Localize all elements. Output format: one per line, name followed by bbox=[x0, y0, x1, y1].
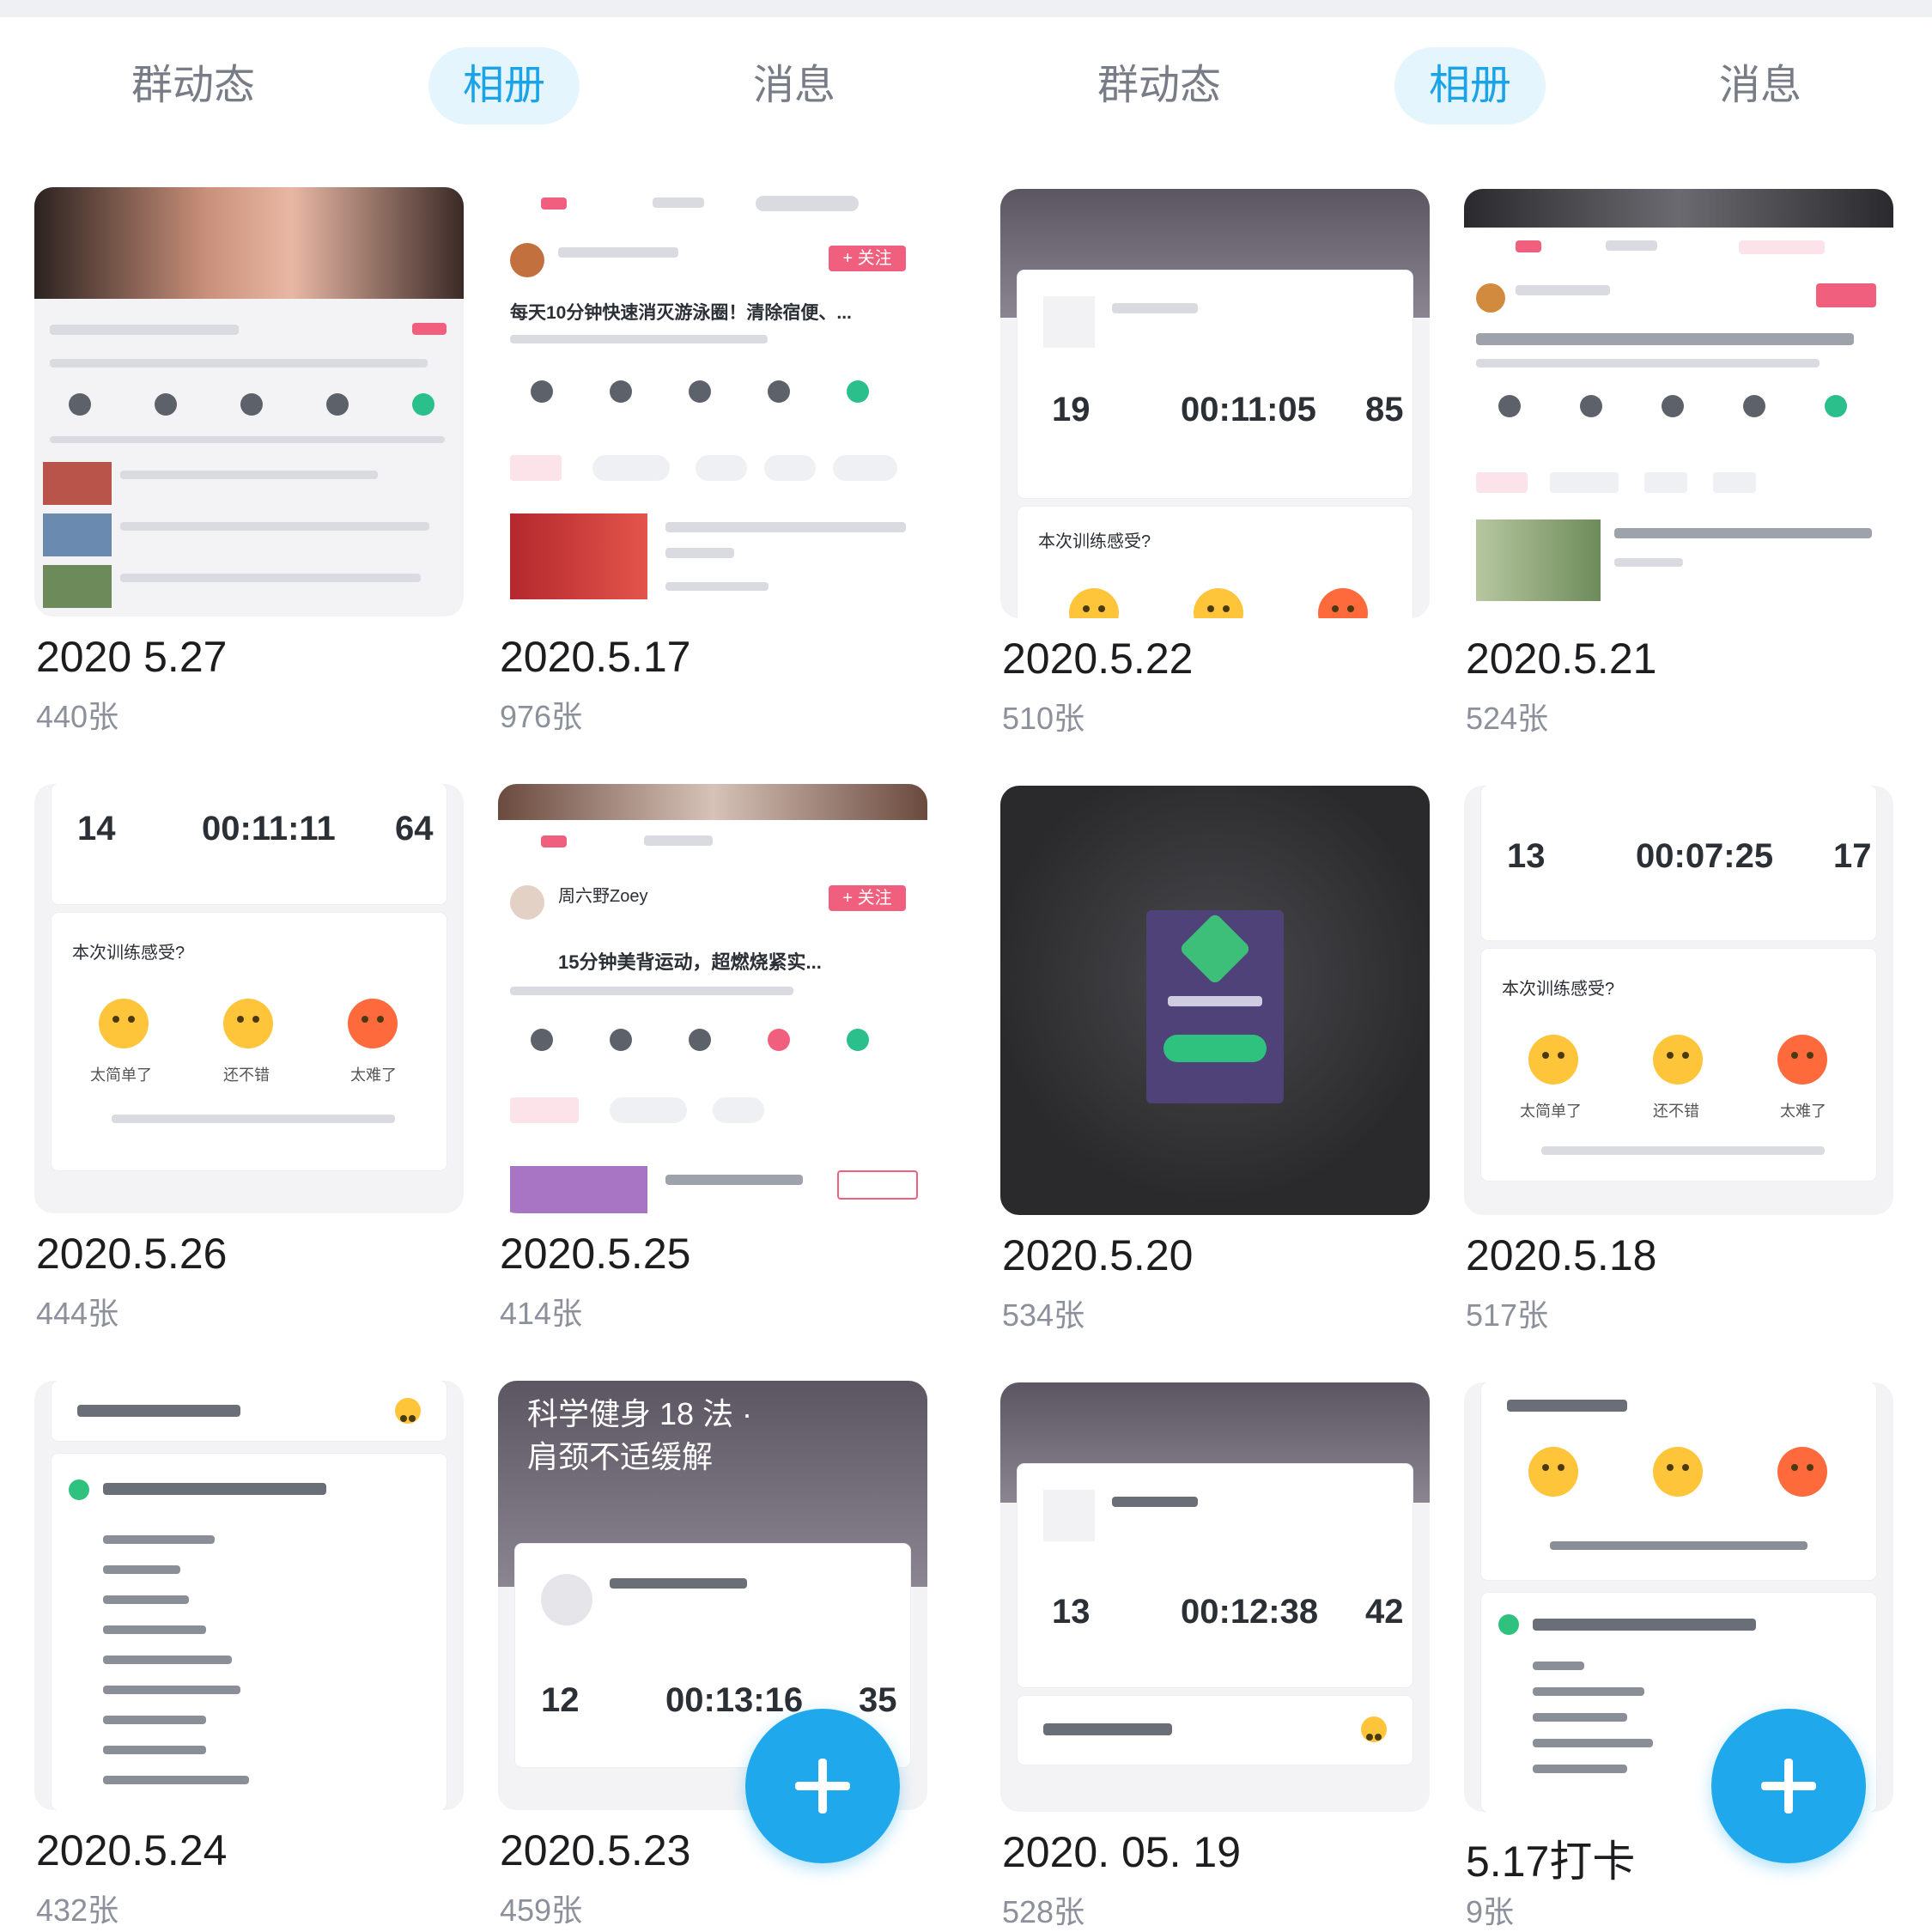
album-title: 2020.5.18 bbox=[1466, 1231, 1657, 1279]
emoji-smile-icon bbox=[1653, 1035, 1703, 1084]
emoji-angry-icon bbox=[348, 999, 398, 1048]
album-thumbnail: 周六野Zoey + 关注 15分钟美背运动，超燃烧紧实... bbox=[498, 784, 927, 1213]
video-frame bbox=[34, 187, 464, 299]
album-title: 2020.5.22 bbox=[1002, 635, 1194, 683]
emoji-label: 太简单了 bbox=[1520, 1103, 1582, 1120]
emoji-label: 太难了 bbox=[350, 1066, 397, 1084]
stat-actions: 19 bbox=[1052, 391, 1091, 428]
stat-actions: 14 bbox=[77, 810, 116, 848]
album-photo-count: 976张 bbox=[500, 699, 583, 734]
album-title: 2020 5.27 bbox=[36, 633, 228, 681]
stat-calories: 42 bbox=[1365, 1593, 1404, 1631]
album-title: 2020.5.21 bbox=[1466, 635, 1657, 683]
emoji-smile-icon bbox=[1361, 1716, 1387, 1742]
emoji-smile-icon bbox=[1194, 588, 1243, 618]
check-icon bbox=[1498, 1614, 1519, 1635]
follow-button[interactable]: + 关注 bbox=[829, 246, 906, 271]
emoji-smile-icon bbox=[1653, 1447, 1703, 1497]
album-photo-count: 414张 bbox=[500, 1296, 583, 1331]
follow-button[interactable]: + 关注 bbox=[829, 885, 906, 911]
emoji-smile-icon bbox=[223, 999, 273, 1048]
album-title: 2020.5.20 bbox=[1002, 1231, 1194, 1279]
feedback-question: 本次训练感受? bbox=[72, 944, 185, 963]
stat-duration: 00:11:11 bbox=[202, 810, 336, 848]
stat-calories: 64 bbox=[395, 810, 434, 848]
stat-duration: 00:12:38 bbox=[1181, 1593, 1319, 1631]
tab-messages[interactable]: 消息 bbox=[1719, 47, 1801, 125]
stat-duration: 00:07:25 bbox=[1636, 837, 1774, 875]
emoji-angry-icon bbox=[1318, 588, 1368, 618]
album-thumbnail: + 关注 每天10分钟快速消灭游泳圈！清除宿便、... bbox=[498, 187, 927, 617]
course-subtitle: 肩颈不适缓解 bbox=[527, 1439, 714, 1474]
album-photo-count: 528张 bbox=[1002, 1894, 1085, 1929]
album-thumbnail bbox=[34, 187, 464, 617]
album-photo-count: 517张 bbox=[1466, 1297, 1549, 1333]
album-photo-count: 459张 bbox=[500, 1893, 583, 1928]
stat-calories: 17 bbox=[1833, 837, 1872, 875]
stat-actions: 13 bbox=[1507, 837, 1546, 875]
album-thumbnail bbox=[34, 1381, 464, 1810]
emoji-angry-icon bbox=[1777, 1447, 1827, 1497]
album-photo-count: 432张 bbox=[36, 1893, 119, 1928]
album-photo-count: 440张 bbox=[36, 699, 119, 734]
emoji-sad-icon bbox=[1069, 588, 1119, 618]
emoji-sad-icon bbox=[99, 999, 149, 1048]
feedback-question: 本次训练感受? bbox=[1502, 980, 1615, 999]
stat-calories: 85 bbox=[1365, 391, 1404, 428]
album-title: 2020.5.17 bbox=[500, 633, 691, 681]
tab-bar-left: 群动态 相册 消息 bbox=[0, 43, 966, 137]
emoji-label: 还不错 bbox=[223, 1066, 270, 1084]
tab-group-feed[interactable]: 群动态 bbox=[1097, 47, 1221, 125]
course-title: 科学健身 18 法 · bbox=[527, 1396, 753, 1431]
album-thumbnail: 14 00:11:11 64 本次训练感受? 太简单了 还不错 太难了 bbox=[34, 784, 464, 1213]
tab-album[interactable]: 相册 bbox=[1394, 47, 1546, 125]
emoji-label: 还不错 bbox=[1653, 1103, 1699, 1120]
add-button[interactable] bbox=[1711, 1709, 1866, 1863]
emoji-angry-icon bbox=[1777, 1035, 1827, 1084]
emoji-sad-icon bbox=[1528, 1035, 1578, 1084]
album-thumbnail bbox=[1000, 786, 1430, 1215]
stat-calories: 35 bbox=[859, 1681, 897, 1719]
feedback-question: 本次训练感受? bbox=[1038, 532, 1151, 551]
album-photo-count: 510张 bbox=[1002, 701, 1085, 736]
emoji-label: 太难了 bbox=[1780, 1103, 1826, 1120]
album-title: 2020.5.24 bbox=[36, 1826, 228, 1874]
album-title: 2020.5.25 bbox=[500, 1230, 691, 1278]
video-headline: 15分钟美背运动，超燃烧紧实... bbox=[558, 951, 822, 973]
album-title: 2020.5.23 bbox=[500, 1826, 691, 1874]
album-thumbnail: 19 00:11:05 85 本次训练感受? bbox=[1000, 189, 1430, 618]
stat-actions: 13 bbox=[1052, 1593, 1091, 1631]
tab-messages[interactable]: 消息 bbox=[753, 47, 835, 125]
album-photo-count: 9张 bbox=[1466, 1894, 1515, 1929]
album-thumbnail: 13 00:07:25 17 本次训练感受? 太简单了 还不错 太难了 bbox=[1464, 786, 1893, 1215]
emoji-smile-icon bbox=[395, 1398, 421, 1424]
album-title: 2020.5.26 bbox=[36, 1230, 228, 1278]
top-strip bbox=[0, 0, 1932, 17]
tab-bar-right: 群动态 相册 消息 bbox=[966, 43, 1932, 137]
tab-album[interactable]: 相册 bbox=[428, 47, 580, 125]
album-title: 2020. 05. 19 bbox=[1002, 1828, 1242, 1876]
album-photo-count: 444张 bbox=[36, 1296, 119, 1331]
album-photo-count: 534张 bbox=[1002, 1297, 1085, 1333]
stat-duration: 00:11:05 bbox=[1181, 391, 1316, 428]
emoji-label: 太简单了 bbox=[90, 1066, 152, 1084]
album-photo-count: 524张 bbox=[1466, 701, 1549, 736]
stat-duration: 00:13:16 bbox=[665, 1681, 804, 1719]
album-thumbnail bbox=[1464, 189, 1893, 618]
uploader-name: 周六野Zoey bbox=[558, 887, 648, 906]
stat-actions: 12 bbox=[541, 1681, 580, 1719]
check-icon bbox=[69, 1479, 89, 1500]
video-headline: 每天10分钟快速消灭游泳圈！清除宿便、... bbox=[510, 303, 852, 323]
album-thumbnail: 13 00:12:38 42 bbox=[1000, 1382, 1430, 1812]
add-button[interactable] bbox=[745, 1709, 900, 1863]
album-title: 5.17打卡 bbox=[1466, 1838, 1636, 1886]
emoji-sad-icon bbox=[1528, 1447, 1578, 1497]
tab-group-feed[interactable]: 群动态 bbox=[131, 47, 255, 125]
